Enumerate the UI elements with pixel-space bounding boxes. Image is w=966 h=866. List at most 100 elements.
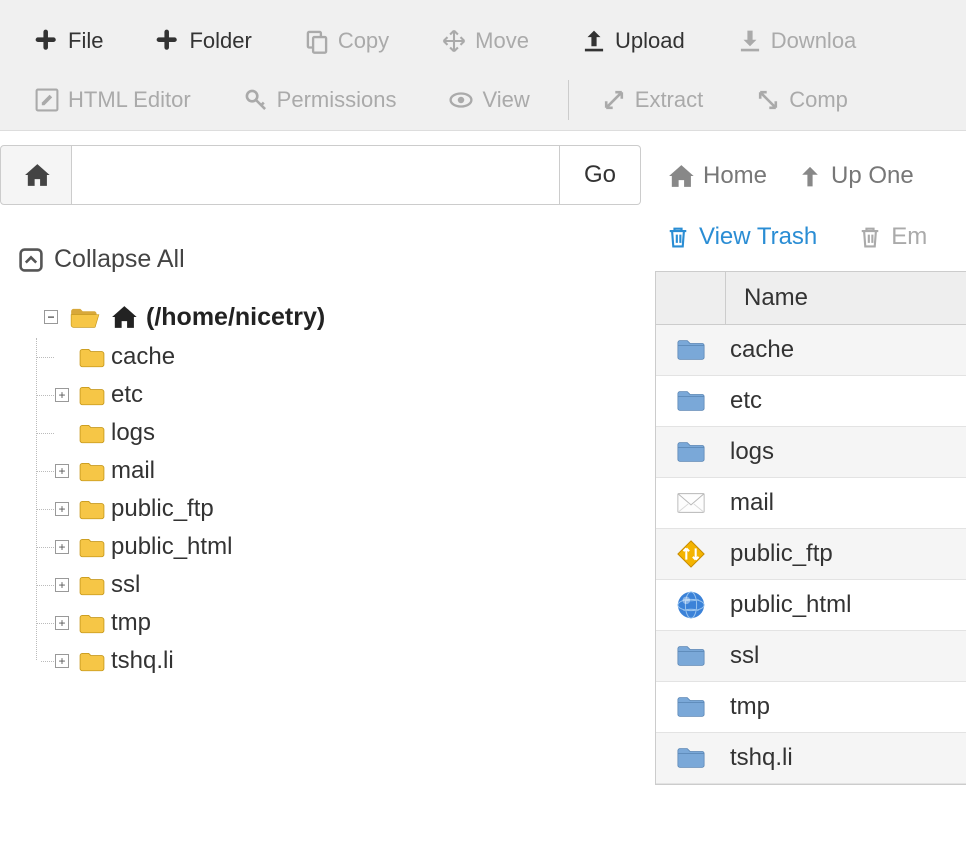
file-button[interactable]: File <box>20 22 117 60</box>
tree-item-public_ftp[interactable]: +public_ftp <box>37 490 637 528</box>
toolbar-label: Move <box>475 28 529 54</box>
tree-root[interactable]: − (/home/nicetry) <box>26 302 637 332</box>
empty-trash-button[interactable]: Em <box>857 223 927 251</box>
toolbar-label: Upload <box>615 28 685 54</box>
tree-collapse-icon[interactable]: − <box>44 310 58 324</box>
table-row[interactable]: mail <box>656 478 966 529</box>
compress-button: Comp <box>741 81 862 119</box>
expand-icon[interactable]: + <box>55 616 69 630</box>
left-pane: Go Collapse All − (/home/nicetry) cache +… <box>0 131 655 837</box>
plus-icon <box>155 28 181 54</box>
move-icon <box>441 28 467 54</box>
table-row[interactable]: logs <box>656 427 966 478</box>
plus-icon <box>34 28 60 54</box>
file-table: Name cache etc logs mail public_ftp public_ht… <box>655 271 966 785</box>
edit-icon <box>34 87 60 113</box>
upload-icon <box>581 28 607 54</box>
folder-icon <box>79 536 105 558</box>
tree-item-ssl[interactable]: +ssl <box>37 566 637 604</box>
trash-icon <box>665 224 691 250</box>
folder-icon <box>674 437 708 467</box>
tree-root-label: (/home/nicetry) <box>146 303 325 332</box>
expand-icon[interactable]: + <box>55 464 69 478</box>
download-button: Downloa <box>723 22 871 60</box>
expand-icon[interactable]: + <box>55 540 69 554</box>
expand-icon[interactable]: + <box>55 502 69 516</box>
tree-item-label: tmp <box>111 609 151 637</box>
view-trash-button[interactable]: View Trash <box>665 223 817 251</box>
tree-item-etc[interactable]: + etc <box>37 376 637 414</box>
folder-icon <box>79 460 105 482</box>
home-button[interactable]: Home <box>665 161 767 191</box>
toolbar-label: HTML Editor <box>68 87 191 113</box>
ftp-icon <box>674 539 708 569</box>
up-one-level-button[interactable]: Up One <box>797 162 914 190</box>
trash-icon <box>857 224 883 250</box>
folder-icon <box>79 346 105 368</box>
toolbar-label: View <box>482 87 529 113</box>
globe-icon <box>674 590 708 620</box>
folder-icon <box>79 612 105 634</box>
tree-item-public_html[interactable]: +public_html <box>37 528 637 566</box>
collapse-all-label: Collapse All <box>54 245 185 274</box>
path-input[interactable] <box>72 146 559 204</box>
expand-icon[interactable]: + <box>55 388 69 402</box>
table-row[interactable]: etc <box>656 376 966 427</box>
file-name: public_ftp <box>726 540 966 568</box>
tree-item-mail[interactable]: + mail <box>37 452 637 490</box>
file-name: ssl <box>726 642 966 670</box>
go-button[interactable]: Go <box>560 145 641 205</box>
toolbar-label: Extract <box>635 87 703 113</box>
download-icon <box>737 28 763 54</box>
file-name: tshq.li <box>726 744 966 772</box>
folder-icon <box>79 422 105 444</box>
expand-icon[interactable]: + <box>55 578 69 592</box>
collapse-all-button[interactable]: Collapse All <box>0 235 655 284</box>
tree-item-cache[interactable]: cache <box>37 338 637 376</box>
upload-button[interactable]: Upload <box>567 22 699 60</box>
extract-button: Extract <box>587 81 717 119</box>
toolbar-label: File <box>68 28 103 54</box>
tree-item-label: cache <box>111 343 175 371</box>
column-name[interactable]: Name <box>726 272 966 324</box>
folder-open-icon <box>70 305 100 329</box>
folder-icon <box>674 743 708 773</box>
tree-item-label: tshq.li <box>111 647 174 675</box>
tree-item-logs[interactable]: logs <box>37 414 637 452</box>
tree-item-label: logs <box>111 419 155 447</box>
toolbar-label: Folder <box>189 28 251 54</box>
folder-icon <box>79 574 105 596</box>
tree-item-tshq.li[interactable]: + tshq.li <box>37 642 637 680</box>
expand-icon[interactable]: + <box>55 654 69 668</box>
folder-icon <box>79 384 105 406</box>
folder-icon <box>674 335 708 365</box>
toolbar-label: Comp <box>789 87 848 113</box>
folder-icon <box>79 650 105 672</box>
folder-button[interactable]: Folder <box>141 22 265 60</box>
move-button: Move <box>427 22 543 60</box>
file-name: etc <box>726 387 966 415</box>
table-row[interactable]: ssl <box>656 631 966 682</box>
empty-trash-label: Em <box>891 223 927 251</box>
tree-item-label: mail <box>111 457 155 485</box>
folder-tree: − (/home/nicetry) cache + etc logs + mail +pub… <box>0 284 655 680</box>
file-name: cache <box>726 336 966 364</box>
file-name: mail <box>726 489 966 517</box>
eye-icon <box>448 87 474 113</box>
file-name: public_html <box>726 591 966 619</box>
home-icon-box[interactable] <box>0 145 72 205</box>
table-row[interactable]: public_ftp <box>656 529 966 580</box>
folder-icon <box>79 498 105 520</box>
table-row[interactable]: tmp <box>656 682 966 733</box>
html-editor-button: HTML Editor <box>20 81 205 119</box>
copy-button: Copy <box>290 22 403 60</box>
tree-item-label: etc <box>111 381 143 409</box>
copy-icon <box>304 28 330 54</box>
up-label: Up One <box>831 162 914 190</box>
home-label: Home <box>703 162 767 190</box>
table-row[interactable]: cache <box>656 325 966 376</box>
table-row[interactable]: tshq.li <box>656 733 966 784</box>
table-row[interactable]: public_html <box>656 580 966 631</box>
tree-item-tmp[interactable]: + tmp <box>37 604 637 642</box>
key-icon <box>243 87 269 113</box>
